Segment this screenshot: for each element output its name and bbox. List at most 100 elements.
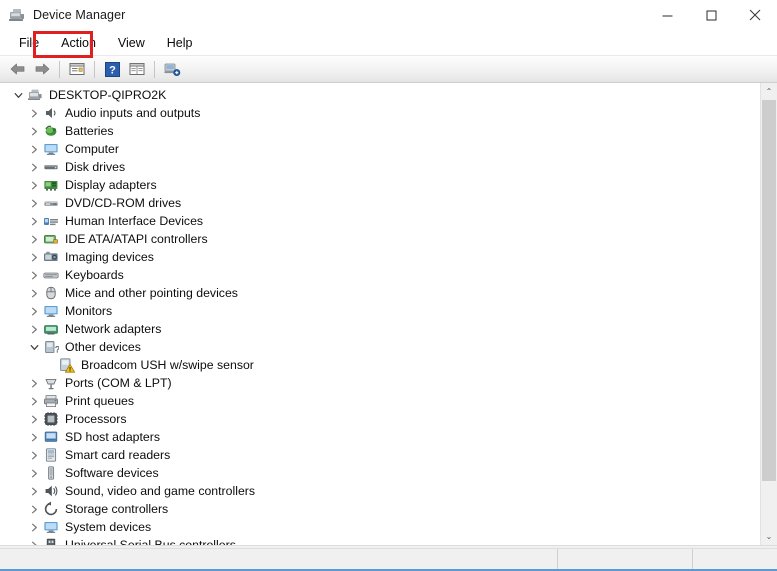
chevron-right-icon[interactable]: [26, 428, 42, 446]
chevron-right-icon[interactable]: [26, 410, 42, 428]
back-arrow-icon[interactable]: [5, 58, 29, 81]
menu-view[interactable]: View: [107, 33, 156, 53]
scrollbar-thumb[interactable]: [762, 100, 776, 481]
tree-node[interactable]: Computer: [0, 140, 760, 158]
svg-text:?: ?: [54, 344, 58, 354]
tree-node[interactable]: Ports (COM & LPT): [0, 374, 760, 392]
help-icon[interactable]: ?: [100, 58, 124, 81]
chevron-down-icon[interactable]: [10, 86, 26, 104]
toolbar-separator-2: [94, 60, 95, 78]
tree-node[interactable]: Software devices: [0, 464, 760, 482]
maximize-button[interactable]: [689, 0, 733, 30]
tree-node-label: Computer: [65, 142, 119, 156]
chevron-right-icon[interactable]: [26, 158, 42, 176]
tree-node[interactable]: Keyboards: [0, 266, 760, 284]
chevron-right-icon[interactable]: [26, 140, 42, 158]
chevron-right-icon[interactable]: [26, 320, 42, 338]
minimize-button[interactable]: [645, 0, 689, 30]
chevron-right-icon[interactable]: [26, 518, 42, 536]
system-device-icon: [42, 519, 59, 535]
menu-file[interactable]: File: [8, 33, 50, 53]
tree-node-label: Broadcom USH w/swipe sensor: [81, 358, 254, 372]
tree-node-label: SD host adapters: [65, 430, 161, 444]
tree-node-label: Universal Serial Bus controllers: [65, 538, 236, 545]
tree-node[interactable]: DVD/CD-ROM drives: [0, 194, 760, 212]
chevron-right-icon[interactable]: [26, 122, 42, 140]
close-button[interactable]: [733, 0, 777, 30]
window-controls: [645, 0, 777, 30]
properties-icon[interactable]: [65, 58, 89, 81]
chevron-right-icon[interactable]: [26, 500, 42, 518]
chevron-right-icon[interactable]: [26, 374, 42, 392]
smart-card-icon: [42, 447, 59, 463]
tree-node-label: Disk drives: [65, 160, 126, 174]
tree-node[interactable]: Smart card readers: [0, 446, 760, 464]
show-hidden-devices-icon[interactable]: [125, 58, 149, 81]
tree-node[interactable]: Monitors: [0, 302, 760, 320]
chevron-right-icon[interactable]: [26, 176, 42, 194]
monitor-icon: [42, 141, 59, 157]
tree-node[interactable]: Universal Serial Bus controllers: [0, 536, 760, 545]
tree-node[interactable]: Mice and other pointing devices: [0, 284, 760, 302]
chevron-right-icon[interactable]: [26, 212, 42, 230]
tree-node-label: Print queues: [65, 394, 135, 408]
scrollbar-track[interactable]: [761, 100, 777, 528]
chevron-right-icon[interactable]: [26, 536, 42, 545]
svg-text:?: ?: [109, 64, 116, 76]
tree-node[interactable]: Human Interface Devices: [0, 212, 760, 230]
vertical-scrollbar[interactable]: ⌃ ⌄: [760, 83, 777, 545]
tree-node[interactable]: Imaging devices: [0, 248, 760, 266]
scroll-down-button[interactable]: ⌄: [761, 528, 777, 545]
tree-node[interactable]: Disk drives: [0, 158, 760, 176]
chevron-right-icon[interactable]: [26, 302, 42, 320]
chevron-right-icon[interactable]: [26, 284, 42, 302]
chevron-right-icon[interactable]: [26, 194, 42, 212]
tree-node[interactable]: DESKTOP-QIPRO2K: [0, 86, 760, 104]
tree-node[interactable]: IDE ATA/ATAPI controllers: [0, 230, 760, 248]
chevron-right-icon[interactable]: [26, 464, 42, 482]
menu-help[interactable]: Help: [156, 33, 204, 53]
chevron-right-icon[interactable]: [26, 266, 42, 284]
unknown-device-warning-icon: [58, 357, 75, 373]
tree-node[interactable]: Storage controllers: [0, 500, 760, 518]
status-main-pane: [0, 549, 557, 569]
tree-node[interactable]: System devices: [0, 518, 760, 536]
chevron-right-icon[interactable]: [26, 230, 42, 248]
tree-node-label: Sound, video and game controllers: [65, 484, 256, 498]
printer-icon: [42, 393, 59, 409]
tree-node-label: Batteries: [65, 124, 114, 138]
tree-node-label: IDE ATA/ATAPI controllers: [65, 232, 208, 246]
chevron-right-icon[interactable]: [26, 482, 42, 500]
chevron-down-icon[interactable]: [26, 338, 42, 356]
scroll-up-button[interactable]: ⌃: [761, 83, 777, 100]
tree-node-label: Network adapters: [65, 322, 162, 336]
tree-node[interactable]: Audio inputs and outputs: [0, 104, 760, 122]
chevron-right-icon[interactable]: [26, 392, 42, 410]
tree-node[interactable]: ? Other devices: [0, 338, 760, 356]
tree-node[interactable]: Sound, video and game controllers: [0, 482, 760, 500]
chevron-right-icon[interactable]: [26, 104, 42, 122]
tree-node[interactable]: Broadcom USH w/swipe sensor: [0, 356, 760, 374]
tree-node[interactable]: Display adapters: [0, 176, 760, 194]
menu-action[interactable]: Action: [50, 33, 107, 53]
forward-arrow-icon[interactable]: [30, 58, 54, 81]
tree-node-label: Mice and other pointing devices: [65, 286, 238, 300]
scan-for-hardware-changes-icon[interactable]: [160, 58, 184, 81]
chevron-right-icon[interactable]: [26, 446, 42, 464]
tree-node[interactable]: SD host adapters: [0, 428, 760, 446]
tree-node[interactable]: Processors: [0, 410, 760, 428]
tree-node[interactable]: Network adapters: [0, 320, 760, 338]
tree-node[interactable]: Batteries: [0, 122, 760, 140]
chevron-right-icon[interactable]: [26, 248, 42, 266]
tree-node-label: Monitors: [65, 304, 113, 318]
tree-node-label: Smart card readers: [65, 448, 171, 462]
tree-node-label: System devices: [65, 520, 152, 534]
monitor-icon: [42, 303, 59, 319]
mouse-icon: [42, 285, 59, 301]
other-device-icon: ?: [42, 339, 59, 355]
device-tree[interactable]: DESKTOP-QIPRO2K Audio inputs and outputs B…: [0, 83, 760, 545]
tree-node-label: Processors: [65, 412, 127, 426]
tree-node[interactable]: Print queues: [0, 392, 760, 410]
status-pane-b: [692, 549, 777, 569]
